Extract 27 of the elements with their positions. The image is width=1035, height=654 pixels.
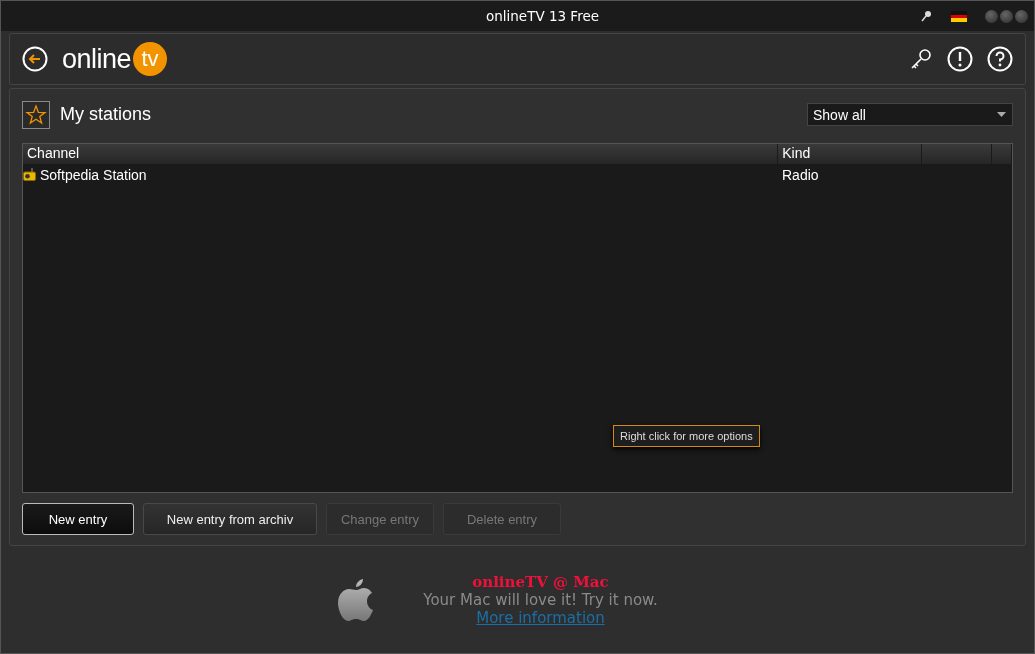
channel-kind: Radio xyxy=(782,166,819,183)
promo-title: onlineTV @ Mac xyxy=(472,572,609,591)
key-icon[interactable] xyxy=(909,47,933,71)
logo-text: online xyxy=(62,43,132,75)
close-button[interactable] xyxy=(1015,9,1028,23)
radio-icon xyxy=(23,168,36,182)
action-button[interactable]: New entry from archiv xyxy=(143,503,317,535)
column-header[interactable]: Kind xyxy=(778,144,923,165)
channel-name: Softpedia Station xyxy=(40,166,147,183)
filter-dropdown[interactable]: Show all xyxy=(807,103,1013,127)
panel-title: My stations xyxy=(60,104,152,126)
caret-icon xyxy=(997,112,1006,118)
maximize-button[interactable] xyxy=(1000,9,1013,23)
help-icon[interactable] xyxy=(987,46,1013,72)
action-button[interactable]: New entry xyxy=(22,503,134,535)
tooltip: Right click for more options xyxy=(613,425,760,448)
window-title: onlineTV 13 Free xyxy=(484,8,601,24)
minimize-button[interactable] xyxy=(985,9,998,23)
apple-icon xyxy=(337,576,376,623)
info-icon[interactable] xyxy=(947,46,973,72)
back-icon[interactable] xyxy=(22,46,48,72)
flag-icon[interactable] xyxy=(951,10,967,22)
promo-text: Your Mac will love it! Try it now. xyxy=(423,590,658,609)
table-row[interactable]: Softpedia Station Radio xyxy=(23,164,1012,186)
column-header[interactable]: Channel xyxy=(23,144,779,165)
logo-badge: tv xyxy=(133,42,168,76)
pin-icon[interactable] xyxy=(921,10,933,22)
